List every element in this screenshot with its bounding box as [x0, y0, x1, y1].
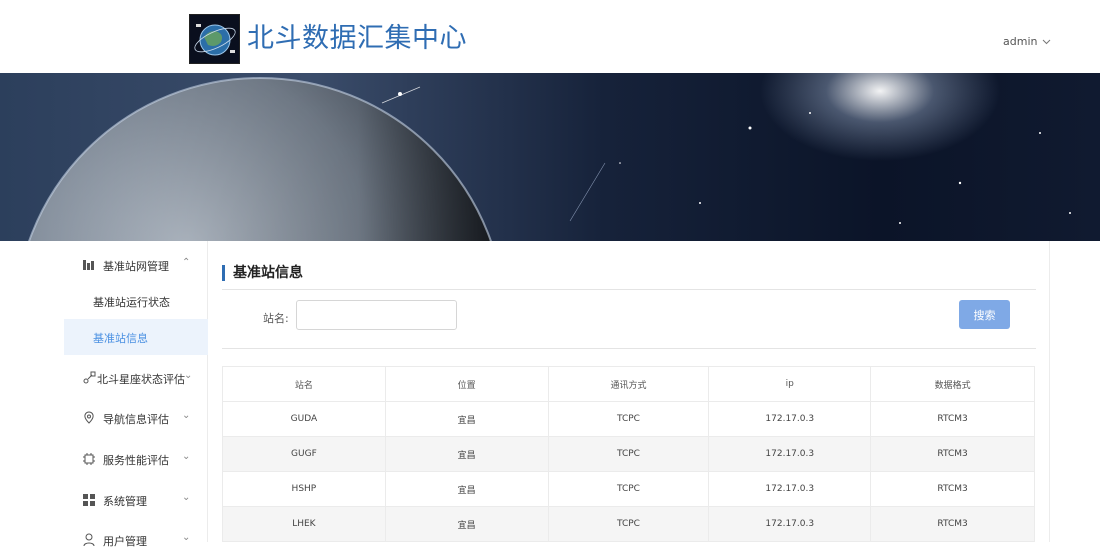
table-cell: 宜昌 [384, 436, 549, 472]
sidebar-item-station-status[interactable]: 基准站运行状态 [64, 283, 208, 319]
sidebar-item-station-info[interactable]: 基准站信息 [64, 319, 208, 355]
chevron-down-icon: ⌄ [182, 451, 191, 462]
app-title: 北斗数据汇集中心 [247, 23, 467, 54]
table-row[interactable]: LHEK 宜昌 TCPC 172.17.0.3 RTCM3 [222, 506, 1035, 542]
user-name: admin [1003, 35, 1038, 48]
menu-group-nav-info[interactable]: 导航信息评估 ⌄ [64, 400, 208, 436]
chevron-down-icon: ⌄ [182, 492, 191, 503]
banner-image [0, 73, 1100, 241]
menu-group-station-network[interactable]: 基准站网管理 ⌃ [64, 247, 208, 283]
table-row[interactable]: GUDA 宜昌 TCPC 172.17.0.3 RTCM3 [222, 401, 1035, 437]
menu-group-label: 服务性能评估 [103, 454, 169, 467]
chevron-down-icon: ⌄ [182, 410, 191, 421]
menu-group-constellation[interactable]: 北斗星座状态评估 ⌄ [64, 360, 208, 396]
logo [189, 14, 240, 64]
menu-group-users[interactable]: 用户管理 ⌄ [64, 522, 208, 558]
chevron-down-icon: ⌄ [184, 370, 193, 381]
chevron-down-icon [1043, 39, 1051, 44]
table-row[interactable]: GUGF 宜昌 TCPC 172.17.0.3 RTCM3 [222, 436, 1035, 472]
column-header: 位置 [384, 366, 549, 402]
table-row[interactable]: HSHP 宜昌 TCPC 172.17.0.3 RTCM3 [222, 471, 1035, 507]
column-header: 站名 [222, 366, 386, 402]
sidebar-item-label: 基准站运行状态 [93, 296, 170, 309]
column-header: ip [708, 366, 872, 402]
main-panel: 基准站信息 站名: 搜索 站名 位置 通讯方式 ip 数据格式 GUDA 宜昌 … [208, 241, 1050, 542]
column-header: 通讯方式 [547, 366, 710, 402]
table-cell: 172.17.0.3 [708, 436, 872, 472]
grid-icon [83, 494, 95, 506]
search-button[interactable]: 搜索 [959, 300, 1010, 329]
table-cell: 172.17.0.3 [708, 506, 872, 542]
table-cell: RTCM3 [870, 506, 1035, 542]
menu-group-label: 基准站网管理 [103, 260, 169, 273]
chart-icon [83, 260, 94, 270]
chip-icon [83, 453, 95, 465]
page-title: 基准站信息 [222, 265, 303, 281]
app-header: 北斗数据汇集中心 admin [0, 0, 1100, 73]
table-cell: RTCM3 [870, 471, 1035, 507]
column-header: 数据格式 [870, 366, 1035, 402]
table-cell: RTCM3 [870, 436, 1035, 472]
user-icon [83, 533, 95, 547]
table-header-row: 站名 位置 通讯方式 ip 数据格式 [222, 366, 1035, 402]
table-cell: 宜昌 [384, 471, 549, 507]
table-cell: 172.17.0.3 [708, 401, 872, 437]
station-name-label: 站名: [263, 312, 289, 325]
menu-group-system[interactable]: 系统管理 ⌄ [64, 482, 208, 518]
table-cell: TCPC [547, 471, 710, 507]
menu-group-service-performance[interactable]: 服务性能评估 ⌄ [64, 441, 208, 477]
table-cell: LHEK [222, 506, 386, 542]
table-cell: GUDA [222, 401, 386, 437]
table-cell: 宜昌 [384, 506, 549, 542]
table-cell: TCPC [547, 506, 710, 542]
divider [222, 348, 1036, 349]
sidebar-item-label: 基准站信息 [93, 332, 148, 345]
table-cell: 172.17.0.3 [708, 471, 872, 507]
table-cell: TCPC [547, 436, 710, 472]
menu-group-label: 北斗星座状态评估 [97, 373, 185, 386]
station-table: 站名 位置 通讯方式 ip 数据格式 GUDA 宜昌 TCPC 172.17.0… [222, 366, 1035, 542]
station-name-input[interactable] [296, 300, 457, 330]
table-cell: HSHP [222, 471, 386, 507]
table-cell: TCPC [547, 401, 710, 437]
table-cell: RTCM3 [870, 401, 1035, 437]
table-cell: 宜昌 [384, 401, 549, 437]
divider [222, 289, 1036, 290]
chevron-down-icon: ⌄ [182, 532, 191, 543]
menu-group-label: 导航信息评估 [103, 413, 169, 426]
location-icon [84, 411, 94, 424]
table-cell: GUGF [222, 436, 386, 472]
satellite-icon [83, 371, 96, 384]
menu-group-label: 用户管理 [103, 535, 147, 548]
user-menu[interactable]: admin [1003, 35, 1051, 48]
menu-group-label: 系统管理 [103, 495, 147, 508]
sidebar: 基准站网管理 ⌃ 基准站运行状态 基准站信息 北斗星座状态评估 ⌄ 导航信息评估… [64, 241, 208, 548]
chevron-up-icon: ⌃ [182, 257, 191, 268]
